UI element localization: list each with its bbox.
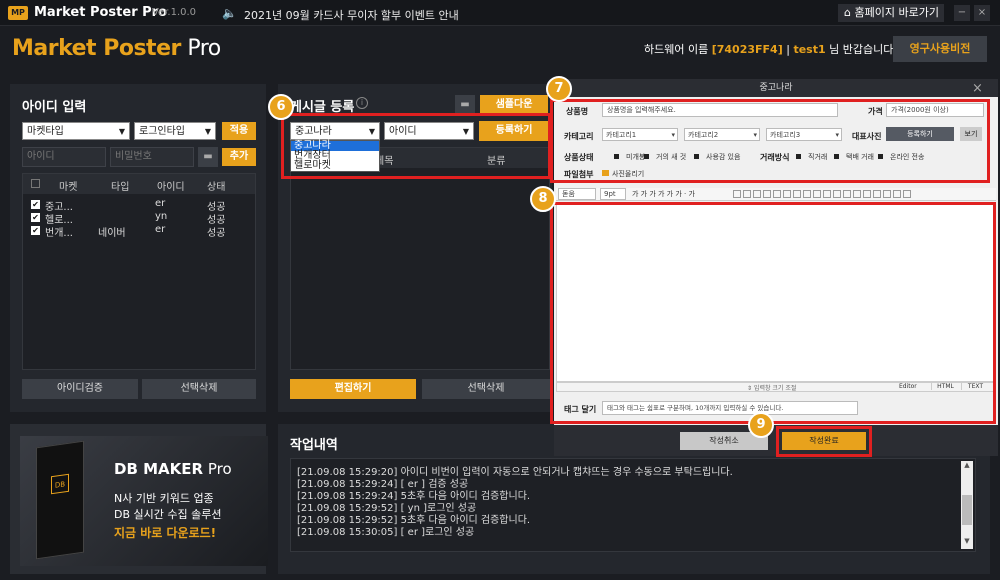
step-marker: 8 [530,186,556,212]
minimize-button[interactable]: − [954,5,970,21]
apply-button[interactable]: 적용 [222,122,256,140]
market-type-select[interactable]: 마켓타입 ▼ [22,122,130,140]
highlight-box [776,426,872,457]
editor-toolbar: 돋움 9pt 가 가 가 가 가 가 · 가 [556,188,996,201]
highlight-box [281,113,551,179]
hardware-info: 하드웨어 이름 [74023FF4] | test1 님 반갑습니다! [644,43,898,56]
log-area[interactable]: [21.09.08 15:29:20] 아이디 비번이 입력이 자동으로 안되거… [290,458,976,552]
speaker-icon: 🔈 [222,6,237,20]
table-row[interactable]: ✔ 중고... er 성공 [23,198,255,213]
ad-line: N사 기반 키워드 업종 [114,492,214,505]
step-marker: 7 [546,76,572,102]
step-marker: 9 [748,412,774,438]
home-button[interactable]: ⌂ 홈페이지 바로가기 [838,4,944,22]
format-buttons[interactable]: 가 가 가 가 가 가 · 가 [632,189,695,199]
checkbox[interactable]: ✔ [31,200,40,209]
id-input[interactable]: 아이디 [22,147,106,167]
checkbox[interactable]: ✔ [31,213,40,222]
chevron-down-icon: ▼ [204,127,211,136]
align-buttons[interactable] [732,188,912,201]
folder-icon[interactable]: ▬ [455,95,475,115]
ad-cta: 지금 바로 다운로드! [114,526,217,540]
log-line: [21.09.08 15:29:52] 5초후 다음 아이디 검증합니다. [297,515,531,526]
scrollbar-thumb [962,495,972,525]
permanent-license-button[interactable]: 영구사용비전 [893,36,987,62]
sample-download-button[interactable]: 샘플다운 [480,95,548,115]
close-button[interactable]: × [974,5,990,21]
delete-post-button[interactable]: 선택삭제 [422,379,550,399]
scrollbar[interactable]: ▲ ▼ [961,461,973,549]
table-row[interactable]: ✔ 헬로... yn 성공 [23,211,255,226]
notice-text[interactable]: 2021년 09월 카드사 무이자 할부 이벤트 안내 [244,7,459,23]
log-line: [21.09.08 15:30:05] [ er ]로그인 성공 [297,527,475,538]
verify-id-button[interactable]: 아이디검증 [22,379,138,399]
brand-logo: Market Poster Pro [12,36,221,61]
home-icon: ⌂ [844,6,855,19]
highlight-box [550,99,990,183]
dialog-close-icon[interactable]: × [972,81,983,96]
home-button-label: 홈페이지 바로가기 [854,6,939,19]
ad-banner[interactable]: DB DB MAKER Pro N사 기반 키워드 업종 DB 실시간 수집 솔… [10,424,268,574]
delete-selected-button[interactable]: 선택삭제 [142,379,256,399]
table-row[interactable]: ✔ 번개... 네이버 er 성공 [23,224,255,239]
product-box-image: DB [36,440,84,560]
step-marker: 6 [268,94,294,120]
info-icon[interactable]: i [356,97,368,109]
folder-icon[interactable]: ▬ [198,147,218,167]
log-line: [21.09.08 15:29:24] 5초후 다음 아이디 검증합니다. [297,491,531,502]
id-table-header: 마켓 타입 아이디 상태 [23,174,255,194]
add-button[interactable]: 추가 [222,148,256,166]
log-title: 작업내역 [290,438,338,453]
ad-brand: DB MAKER Pro [114,460,232,478]
size-select[interactable]: 9pt [600,188,626,200]
login-type-select[interactable]: 로그인타입 ▼ [134,122,216,140]
dialog-title: 중고나라 [554,79,998,97]
post-table [290,147,550,370]
font-select[interactable]: 돋움 [558,188,596,200]
edit-button[interactable]: 편집하기 [290,379,416,399]
app-logo: MP [8,6,28,20]
password-input[interactable]: 비밀번호 [110,147,194,167]
app-version: Ver.1.0.0 [152,7,197,18]
id-panel-title: 아이디 입력 [22,100,87,115]
highlight-box [550,202,996,424]
ad-line: DB 실시간 수집 솔루션 [114,508,222,521]
checkbox[interactable]: ✔ [31,226,40,235]
log-line: [21.09.08 15:29:52] [ yn ]로그인 성공 [297,503,477,514]
log-line: [21.09.08 15:29:20] 아이디 비번이 입력이 자동으로 안되거… [297,467,733,478]
app-title: Market Poster Pro [34,5,168,20]
chevron-down-icon: ▼ [118,127,125,136]
